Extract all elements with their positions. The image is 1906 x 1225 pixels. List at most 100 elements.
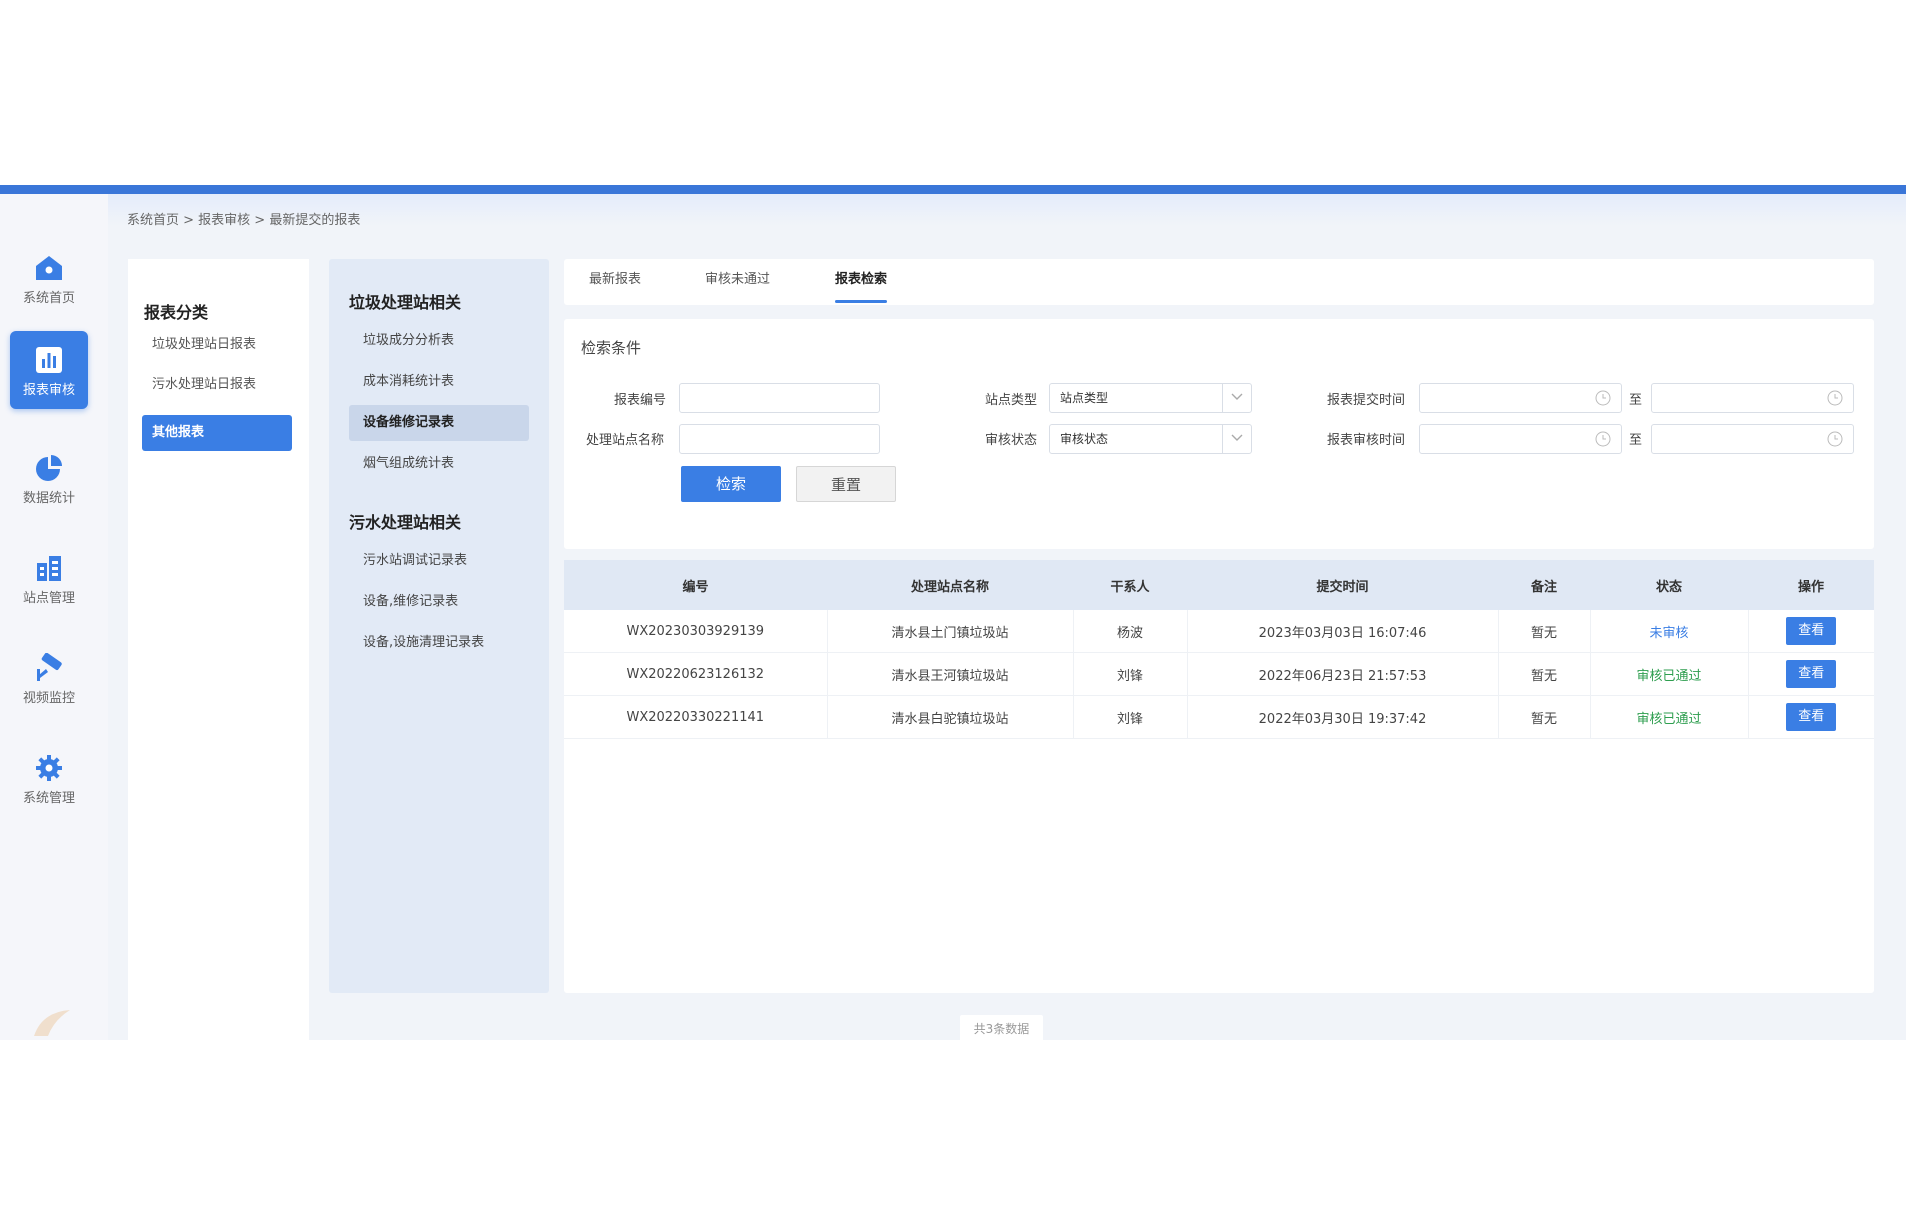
- breadcrumb: 系统首页 > 报表审核 > 最新提交的报表: [127, 213, 361, 228]
- column-header-time: 提交时间: [1187, 560, 1498, 610]
- submit-time-end[interactable]: [1651, 383, 1854, 413]
- chevron-down-icon: [1231, 434, 1243, 441]
- cell-station: 清水县白驼镇垃圾站: [827, 695, 1074, 739]
- chevron-down-icon: [1231, 393, 1243, 400]
- results-table-panel: 编号 处理站点名称 干系人 提交时间 备注 状态 操作 WX2023030392…: [564, 560, 1874, 993]
- category-item-garbage-daily[interactable]: 垃圾处理站日报表: [142, 327, 292, 363]
- subnav-item-cost-consumption[interactable]: 成本消耗统计表: [349, 364, 529, 400]
- site-type-select[interactable]: 站点类型: [1049, 383, 1252, 413]
- audit-time-start[interactable]: [1419, 424, 1622, 454]
- cell-action: 查看: [1748, 695, 1874, 739]
- table-row: WX20220330221141 清水县白驼镇垃圾站 刘锋 2022年03月30…: [564, 695, 1874, 739]
- view-button[interactable]: 查看: [1786, 660, 1837, 688]
- nav-label-system-management: 系统管理: [22, 791, 75, 806]
- pie-chart-icon: [36, 455, 62, 481]
- cell-action: 查看: [1748, 610, 1874, 653]
- subnav-item-garbage-composition[interactable]: 垃圾成分分析表: [349, 323, 529, 359]
- nav-item-statistics[interactable]: 数据统计: [10, 439, 88, 517]
- status-badge: 审核已通过: [1590, 695, 1749, 739]
- search-button[interactable]: 检索: [681, 466, 781, 502]
- column-header-id: 编号: [564, 560, 827, 610]
- results-table: 编号 处理站点名称 干系人 提交时间 备注 状态 操作 WX2023030392…: [564, 560, 1874, 739]
- cell-station: 清水县土门镇垃圾站: [827, 610, 1074, 653]
- column-header-action: 操作: [1748, 560, 1874, 610]
- station-name-label: 处理站点名称: [586, 433, 665, 448]
- cell-note: 暂无: [1498, 610, 1591, 653]
- report-no-input[interactable]: [679, 383, 880, 413]
- top-bar: [0, 185, 1906, 194]
- clock-icon: [1595, 390, 1611, 406]
- submit-time-to-label: 至: [1629, 393, 1643, 408]
- cell-contact: 刘锋: [1073, 652, 1188, 696]
- report-subnav-panel: 垃圾处理站相关 垃圾成分分析表 成本消耗统计表 设备维修记录表 烟气组成统计表 …: [329, 259, 549, 993]
- nav-item-report-audit[interactable]: 报表审核: [10, 331, 88, 409]
- audit-time-end[interactable]: [1651, 424, 1854, 454]
- category-item-other[interactable]: 其他报表: [142, 415, 292, 451]
- tab-bar: 最新报表 审核未通过 报表检索: [564, 259, 1874, 305]
- gear-icon: [36, 755, 62, 781]
- reset-button[interactable]: 重置: [796, 466, 896, 502]
- subnav-item-flue-gas[interactable]: 烟气组成统计表: [349, 446, 529, 482]
- view-button[interactable]: 查看: [1786, 617, 1837, 645]
- search-panel: 检索条件 报表编号 处理站点名称 站点类型 站点类型 审核状态 审核状态 报表提…: [564, 319, 1874, 549]
- clock-icon: [1827, 431, 1843, 447]
- nav-item-home[interactable]: 系统首页: [10, 239, 88, 317]
- home-icon: [36, 256, 62, 280]
- clock-icon: [1827, 390, 1843, 406]
- tab-audit-failed[interactable]: 审核未通过: [705, 259, 770, 305]
- subnav-item-equipment-maintenance[interactable]: 设备,维修记录表: [349, 584, 529, 620]
- cell-id: WX20220623126132: [564, 652, 828, 696]
- audit-status-arrow: [1222, 425, 1251, 453]
- cell-id: WX20220330221141: [564, 695, 828, 739]
- report-category-panel: 报表分类 垃圾处理站日报表 污水处理站日报表 其他报表: [128, 259, 309, 1040]
- nav-label-site-management: 站点管理: [22, 591, 75, 606]
- audit-status-label: 审核状态: [985, 433, 1038, 448]
- nav-item-video-monitor[interactable]: 视频监控: [10, 639, 88, 717]
- group-title-sewage: 污水处理站相关: [349, 513, 462, 532]
- building-icon: [37, 556, 61, 581]
- cell-time: 2022年06月23日 21:57:53: [1187, 652, 1499, 696]
- cell-contact: 杨波: [1073, 610, 1188, 653]
- column-header-station: 处理站点名称: [827, 560, 1073, 610]
- cell-time: 2022年03月30日 19:37:42: [1187, 695, 1499, 739]
- column-header-contact: 干系人: [1073, 560, 1187, 610]
- audit-status-select[interactable]: 审核状态: [1049, 424, 1252, 454]
- cell-id: WX20230303929139: [564, 610, 828, 653]
- table-row: WX20230303929139 清水县土门镇垃圾站 杨波 2023年03月03…: [564, 610, 1874, 653]
- subnav-item-equipment-repair[interactable]: 设备维修记录表: [349, 405, 529, 441]
- column-header-note: 备注: [1498, 560, 1590, 610]
- station-name-input[interactable]: [679, 424, 880, 454]
- site-type-label: 站点类型: [985, 393, 1038, 408]
- report-no-label: 报表编号: [614, 393, 667, 408]
- view-button[interactable]: 查看: [1786, 703, 1837, 731]
- submit-time-start[interactable]: [1419, 383, 1622, 413]
- table-row: WX20220623126132 清水县王河镇垃圾站 刘锋 2022年06月23…: [564, 652, 1874, 696]
- subnav-item-facility-cleaning[interactable]: 设备,设施清理记录表: [349, 625, 529, 661]
- nav-item-site-management[interactable]: 站点管理: [10, 539, 88, 617]
- status-badge: 审核已通过: [1590, 652, 1749, 696]
- group-title-garbage: 垃圾处理站相关: [349, 293, 462, 312]
- subnav-item-sewage-debug[interactable]: 污水站调试记录表: [349, 543, 529, 579]
- tab-latest-reports[interactable]: 最新报表: [589, 259, 641, 305]
- nav-label-report-audit: 报表审核: [22, 383, 75, 398]
- audit-status-value: 审核状态: [1060, 432, 1109, 446]
- camera-icon: [37, 653, 62, 681]
- cell-station: 清水县王河镇垃圾站: [827, 652, 1074, 696]
- site-type-arrow: [1222, 384, 1251, 412]
- logo-watermark-icon: [34, 1010, 70, 1036]
- clock-icon: [1595, 431, 1611, 447]
- category-title: 报表分类: [144, 303, 209, 322]
- category-item-sewage-daily[interactable]: 污水处理站日报表: [142, 367, 292, 403]
- total-count: 共3条数据: [960, 1015, 1043, 1040]
- nav-label-video-monitor: 视频监控: [22, 691, 75, 706]
- column-header-status: 状态: [1590, 560, 1748, 610]
- search-title: 检索条件: [581, 339, 642, 357]
- status-badge: 未审核: [1590, 610, 1749, 653]
- submit-time-label: 报表提交时间: [1327, 393, 1406, 408]
- app-shell: 系统首页 报表审核 数据统计 站点管理 视频监控 系统管理 系统首页 > 报表审…: [0, 185, 1906, 1040]
- audit-time-label: 报表审核时间: [1327, 433, 1406, 448]
- cell-action: 查看: [1748, 652, 1874, 696]
- nav-item-system-management[interactable]: 系统管理: [10, 739, 88, 817]
- audit-time-to-label: 至: [1629, 433, 1643, 448]
- tab-report-search[interactable]: 报表检索: [835, 259, 888, 305]
